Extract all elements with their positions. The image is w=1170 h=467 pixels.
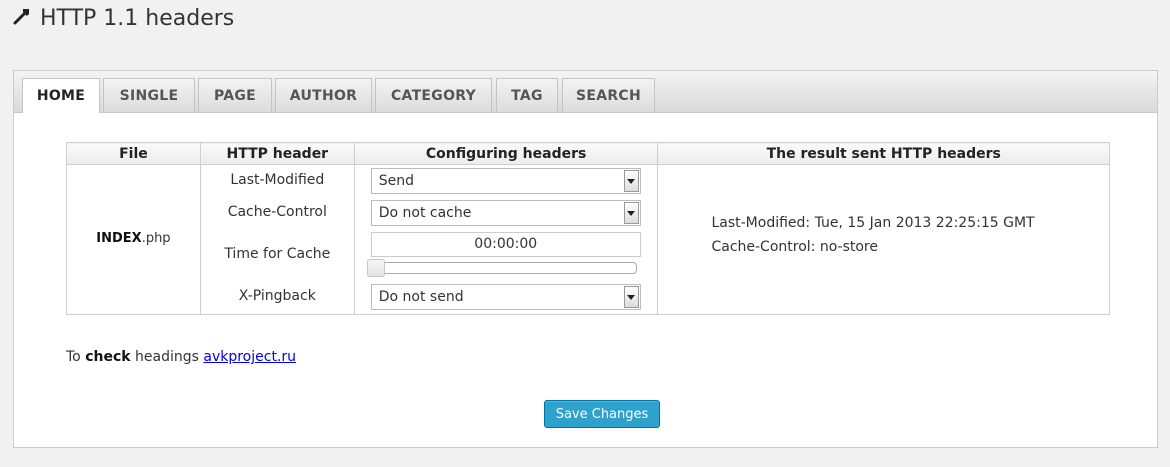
wrench-icon — [13, 8, 29, 24]
tab-search[interactable]: SEARCH — [562, 78, 655, 112]
chevron-down-icon[interactable] — [623, 286, 639, 308]
check-headings-line: To check headings avkproject.ru — [66, 349, 296, 365]
tab-author[interactable]: AUTHOR — [275, 78, 372, 112]
page-title-text: HTTP 1.1 headers — [40, 6, 235, 31]
tab-tag[interactable]: TAG — [496, 78, 558, 112]
avkproject-link[interactable]: avkproject.ru — [203, 349, 296, 365]
settings-panel: HOME SINGLE PAGE AUTHOR CATEGORY TAG SEA… — [13, 70, 1158, 448]
header-names-cell: Last-Modified Cache-Control Time for Cac… — [199, 164, 355, 315]
check-middle: headings — [130, 349, 204, 365]
last-modified-select[interactable]: Send — [370, 168, 641, 194]
tab-bar: HOME SINGLE PAGE AUTHOR CATEGORY TAG SEA… — [14, 71, 1157, 113]
result-line-cache-control: Cache-Control: no-store — [711, 239, 878, 255]
tab-category[interactable]: CATEGORY — [375, 78, 492, 112]
chevron-down-icon[interactable] — [623, 202, 639, 224]
x-pingback-select[interactable]: Do not send — [370, 284, 641, 310]
chevron-down-icon[interactable] — [623, 170, 639, 192]
cache-control-value: Do not cache — [378, 205, 472, 221]
file-ext: .php — [141, 231, 171, 246]
x-pingback-value: Do not send — [378, 289, 464, 305]
last-modified-value: Send — [378, 173, 414, 189]
slider-handle[interactable] — [366, 259, 385, 277]
column-header-http-header: HTTP header — [199, 142, 355, 165]
column-header-result: The result sent HTTP headers — [657, 142, 1110, 165]
header-name-last-modified: Last-Modified — [230, 172, 325, 188]
tab-single[interactable]: SINGLE — [103, 78, 195, 112]
tab-page[interactable]: PAGE — [198, 78, 272, 112]
column-header-configuring: Configuring headers — [353, 142, 659, 165]
header-name-x-pingback: X-Pingback — [238, 288, 316, 304]
file-base: INDEX — [96, 231, 142, 246]
result-cell: Last-Modified: Tue, 15 Jan 2013 22:25:15… — [657, 164, 1110, 315]
tab-home[interactable]: HOME — [22, 78, 100, 113]
save-changes-button[interactable]: Save Changes — [544, 400, 660, 428]
config-cell: Send Do not cache 00:00:00 Do not send — [353, 164, 659, 315]
time-for-cache-input[interactable]: 00:00:00 — [370, 232, 641, 257]
column-header-file: File — [66, 142, 201, 165]
header-name-cache-control: Cache-Control — [227, 204, 327, 220]
header-name-time-for-cache: Time for Cache — [224, 246, 331, 262]
check-prefix: To — [66, 349, 86, 365]
check-bold: check — [85, 349, 131, 365]
result-line-last-modified: Last-Modified: Tue, 15 Jan 2013 22:25:15… — [711, 215, 1035, 231]
table-row: INDEX.php Last-Modified Cache-Control Ti… — [66, 164, 1110, 315]
file-name: INDEX.php — [67, 231, 200, 246]
time-for-cache-slider[interactable] — [366, 259, 637, 277]
file-cell: INDEX.php — [66, 164, 201, 315]
page-title: HTTP 1.1 headers — [12, 6, 234, 31]
cache-control-select[interactable]: Do not cache — [370, 200, 641, 226]
table-header-row: File HTTP header Configuring headers The… — [66, 142, 1110, 165]
headers-table: File HTTP header Configuring headers The… — [66, 142, 1110, 315]
